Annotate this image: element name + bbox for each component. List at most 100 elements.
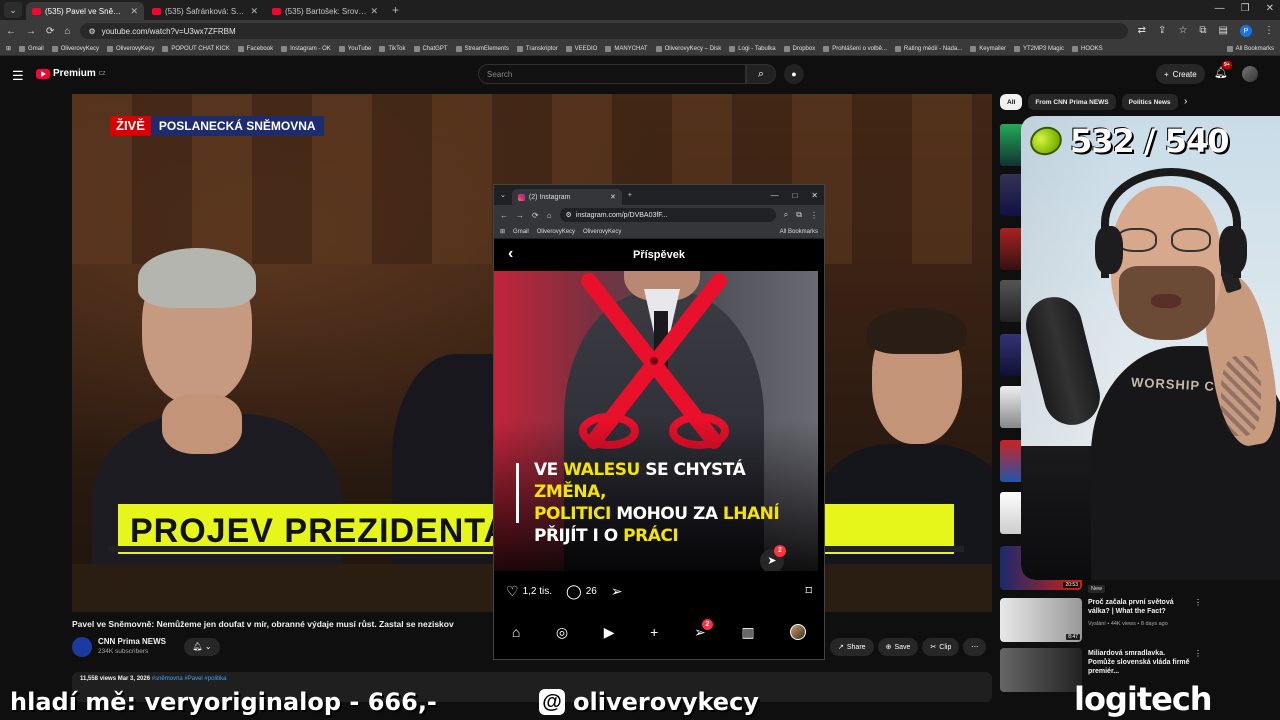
rec-thumbnail-large[interactable]	[1000, 648, 1082, 692]
chip-politics-news[interactable]: Politics News	[1121, 94, 1178, 110]
close-window-icon[interactable]: ✕	[1266, 3, 1274, 14]
bookmark-item[interactable]: TikTok	[379, 45, 406, 52]
chip-all[interactable]: All	[1000, 94, 1023, 110]
maximize-icon[interactable]: □	[792, 191, 797, 200]
hamburger-menu-icon[interactable]: ☰	[12, 68, 24, 84]
forward-icon[interactable]: →	[516, 211, 524, 220]
close-tab-icon[interactable]: ✕	[130, 6, 138, 17]
bookmark-item[interactable]: Instagram - OK	[281, 45, 331, 52]
youtube-logo[interactable]: Premium CZ	[36, 68, 105, 79]
ig-post-image[interactable]: VE WALESU SE CHYSTÁ ZMĚNA, POLITICI MOHO…	[494, 271, 818, 571]
channel-avatar[interactable]	[72, 637, 92, 657]
save-button[interactable]: ⊕ Save	[877, 638, 919, 656]
bookmark-item[interactable]: MANYCHAT	[605, 45, 648, 52]
home-icon[interactable]: ⌂	[512, 624, 520, 640]
bookmark-item[interactable]: OliverovyKecy	[583, 229, 621, 235]
create-button[interactable]: + Create	[1156, 64, 1205, 84]
ig-messages-button[interactable]: ➤ 2	[760, 545, 786, 571]
comment-button[interactable]: ◯ 26	[566, 583, 597, 600]
browser-tab-2[interactable]: (535) Šafránková: SPD v tuto c ✕	[146, 2, 264, 20]
rec-video-title[interactable]: Proč začala první světová válka? | What …	[1088, 598, 1190, 616]
bookmark-item[interactable]: Rating médií - Nada...	[894, 45, 962, 52]
bookmark-item[interactable]: Transkriptor	[516, 45, 558, 52]
like-button[interactable]: ♡ 1,2 tis.	[506, 583, 552, 600]
bookmark-item[interactable]: Prohlášení o volbě...	[823, 45, 887, 52]
menu-icon[interactable]: ⋮	[1264, 25, 1274, 37]
profile-avatar[interactable]	[790, 624, 807, 640]
address-bar[interactable]: ⚙ youtube.com/watch?v=U3wx7ZFRBM	[80, 23, 1128, 39]
home-icon[interactable]: ⌂	[64, 26, 70, 37]
close-window-icon[interactable]: ✕	[811, 191, 818, 200]
browser-tab-3[interactable]: (535) Bartošek: Srovnávat Írán a ✕	[266, 2, 384, 20]
more-options-icon[interactable]: ⋮	[1194, 649, 1202, 658]
bookmark-item[interactable]: StreamElements	[455, 45, 509, 52]
translate-icon[interactable]: ⇄	[1138, 25, 1146, 37]
notifications-button[interactable]: 🔔︎ 9+	[1214, 61, 1232, 79]
description-tags[interactable]: #sněmovna #Pavel #politika	[152, 676, 227, 682]
bookmark-item[interactable]: Gmail	[19, 45, 44, 52]
bookmark-item[interactable]: Logi - Tabulka	[729, 45, 776, 52]
back-icon[interactable]: ←	[500, 211, 508, 220]
reels-icon[interactable]: ▶	[604, 624, 615, 641]
apps-icon[interactable]: ⊞	[6, 45, 11, 52]
menu-icon[interactable]: ⋮	[810, 211, 818, 220]
bookmark-item[interactable]: OliverovyKecy	[107, 45, 154, 52]
ig-browser-tab[interactable]: (2) Instagram ✕	[511, 189, 622, 205]
all-bookmarks-button[interactable]: All Bookmarks	[780, 229, 818, 235]
more-actions-button[interactable]: ⋯	[963, 638, 987, 656]
dashboard-icon[interactable]: ▥	[741, 624, 754, 641]
reload-icon[interactable]: ⟳	[46, 26, 54, 37]
bookmark-item[interactable]: Facebook	[237, 45, 273, 52]
bookmark-item[interactable]: Keymailer	[970, 45, 1006, 52]
ig-address-bar[interactable]: ⚙ instagram.com/p/DVBA03fF...	[559, 208, 776, 222]
share-icon[interactable]: ⇪	[1158, 25, 1166, 37]
subscription-bell-button[interactable]: 🔔︎ ⌄	[184, 638, 220, 656]
bookmark-item[interactable]: YouTube	[338, 45, 371, 52]
save-bookmark-icon[interactable]: ⌑	[805, 583, 812, 599]
new-post-icon[interactable]: +	[650, 624, 658, 640]
back-icon[interactable]: ←	[6, 26, 16, 37]
home-icon[interactable]: ⌂	[547, 211, 552, 220]
bookmark-item[interactable]: YT2MP3 Magic	[1013, 45, 1064, 52]
clip-button[interactable]: ✂ Clip	[922, 638, 960, 656]
sidebar-icon[interactable]: ▤	[1219, 25, 1228, 37]
all-bookmarks-button[interactable]: All Bookmarks	[1226, 45, 1274, 52]
extensions-icon[interactable]: ⧉	[1199, 25, 1206, 37]
messages-nav-button[interactable]: ➢ 2	[694, 618, 713, 641]
bookmark-item[interactable]: Gmail	[513, 229, 529, 235]
search-button[interactable]: ⌕	[746, 64, 776, 84]
account-avatar[interactable]	[1242, 66, 1258, 82]
tab-search-icon[interactable]: ⌄	[500, 191, 506, 199]
bookmark-item[interactable]: VEEDIO	[565, 45, 597, 52]
close-tab-icon[interactable]: ✕	[610, 193, 616, 201]
new-tab-button[interactable]: +	[628, 192, 632, 199]
bookmark-item[interactable]: HOOKS	[1071, 45, 1103, 52]
chevron-right-icon[interactable]: ›	[1184, 96, 1187, 107]
chevron-left-icon[interactable]: ‹	[508, 245, 513, 263]
search-input[interactable]: Search	[478, 64, 746, 84]
share-button[interactable]: ↗ Share	[830, 638, 874, 656]
bookmark-star-icon[interactable]: ☆	[1178, 25, 1187, 37]
more-options-icon[interactable]: ⋮	[1194, 598, 1202, 607]
extensions-icon[interactable]: ⧉	[796, 210, 802, 220]
share-button[interactable]: ➢	[611, 583, 623, 600]
bookmark-item[interactable]: OliverovyKecy – Disk	[655, 45, 721, 52]
tab-search-button[interactable]: ⌄	[4, 2, 22, 18]
chip-from-channel[interactable]: From CNN Prima NEWS	[1028, 94, 1116, 110]
browser-tab-1[interactable]: (535) Pavel ve Sněmovně: N ✕	[26, 2, 144, 20]
voice-search-button[interactable]: ●	[784, 64, 804, 84]
zoom-icon[interactable]: ⌕	[784, 210, 788, 220]
maximize-icon[interactable]: ❐	[1241, 3, 1250, 14]
explore-icon[interactable]: ◎	[556, 624, 568, 641]
bookmark-item[interactable]: ChatGPT	[413, 45, 448, 52]
profile-avatar[interactable]: P	[1240, 25, 1252, 37]
new-tab-button[interactable]: +	[392, 3, 399, 17]
site-info-icon[interactable]: ⚙	[88, 27, 95, 36]
bookmark-item[interactable]: OliverovyKecy	[51, 45, 99, 52]
close-tab-icon[interactable]: ✕	[370, 6, 378, 17]
bookmark-item[interactable]: OliverovyKecy	[537, 229, 575, 235]
channel-name[interactable]: CNN Prima NEWS	[98, 637, 166, 646]
bookmark-item[interactable]: Dropbox	[783, 45, 815, 52]
rec-video-title[interactable]: Miliardová smradlavka. Pomůže slovenská …	[1088, 649, 1190, 676]
close-tab-icon[interactable]: ✕	[250, 6, 258, 17]
